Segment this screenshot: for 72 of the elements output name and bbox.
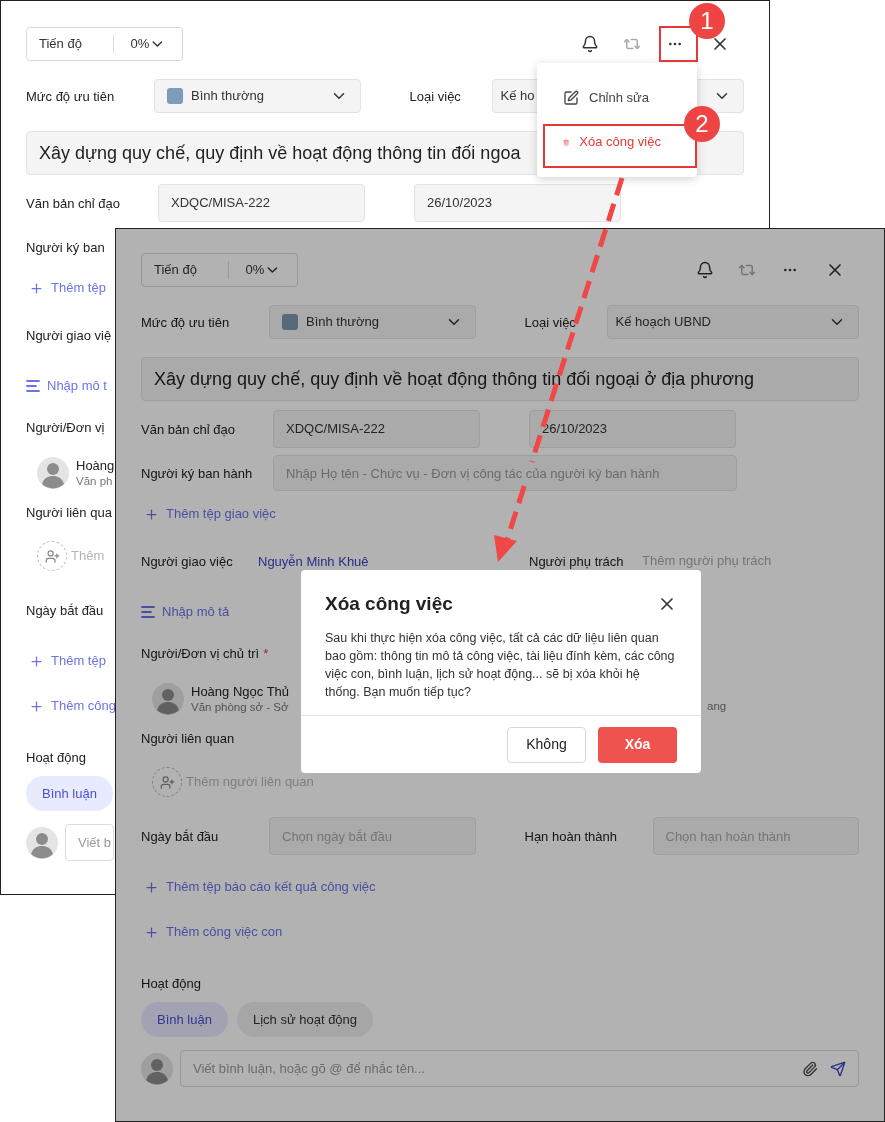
- field-label: Ngày bắt đầu: [26, 603, 104, 618]
- menu-item[interactable]: Chỉnh sửa: [543, 78, 681, 118]
- activity-tab[interactable]: Lịch sử hoạt động: [236, 1002, 374, 1037]
- add-report-link[interactable]: Thêm tệp: [26, 651, 106, 671]
- avatar-icon: [26, 826, 58, 859]
- add-subtask-link[interactable]: Thêm công việc con: [141, 922, 283, 942]
- assigner-link[interactable]: Nguyễn Minh Khuê: [258, 554, 369, 569]
- progress-dropdown[interactable]: Tiến độ 0%: [26, 27, 183, 61]
- date-field[interactable]: 26/10/2023: [414, 184, 621, 222]
- dialog-message: Sau khi thực hiện xóa công việc, tất cả các dữ liệu liên quan bao gồm: thông tin mô tả công việc, tài liệu đính kèm, các công việc con, bình luận, lịch sử hoạt động... sẽ bị xóa khỏi hệ thống. Bạn muốn tiếp tục?: [324, 629, 676, 701]
- paperclip-icon[interactable]: [802, 1060, 818, 1077]
- person-name: Hoàng: [76, 457, 115, 474]
- activity-tab[interactable]: Bình luận: [26, 776, 113, 811]
- date-field[interactable]: 26/10/2023: [529, 410, 736, 448]
- text-lines-icon: [141, 606, 155, 618]
- add-report-link[interactable]: Thêm tệp báo cáo kết quả công việc: [141, 877, 376, 897]
- task-title-field[interactable]: Xây dựng quy chế, quy định về hoạt động thông tin đối ngoại ở địa phương: [141, 357, 859, 401]
- person-subtitle: Văn ph: [76, 473, 114, 489]
- add-file-link[interactable]: Thêm tệp: [26, 278, 106, 298]
- document-field[interactable]: XDQC/MISA-222: [273, 410, 480, 448]
- bell-icon[interactable]: [696, 261, 714, 279]
- send-icon[interactable]: [830, 1060, 846, 1077]
- field-label: Văn bản chỉ đạo: [26, 196, 120, 211]
- priority-dropdown[interactable]: Bình thường: [269, 305, 476, 339]
- plus-icon: [144, 506, 159, 522]
- signer-field[interactable]: Nhập Họ tên - Chức vụ - Đơn vị công tác của người ký ban hành: [273, 455, 737, 491]
- avatar-icon: [141, 1052, 173, 1085]
- required-mark: *: [263, 645, 269, 664]
- field-label: Người liên qua: [26, 504, 112, 523]
- progress-dropdown[interactable]: Tiến độ 0%: [141, 253, 298, 287]
- dialog-title: Xóa công việc: [325, 592, 454, 616]
- plus-icon: [29, 653, 44, 669]
- pencil-icon: [563, 90, 579, 106]
- text-lines-icon: [26, 380, 40, 392]
- field-label: Người giao việ: [26, 328, 112, 343]
- activity-tab[interactable]: Bình luận: [141, 1002, 228, 1037]
- field-label: Người ký ban hành: [141, 466, 253, 481]
- task-type-dropdown[interactable]: Kế hoạch UBND: [606, 305, 859, 339]
- plus-icon: [144, 879, 159, 895]
- avatar-icon: [152, 683, 184, 715]
- delete-button[interactable]: Xóa: [598, 726, 677, 763]
- add-file-link[interactable]: Thêm tệp giao việc: [141, 504, 276, 524]
- field-label: Người giao việc: [141, 554, 233, 569]
- priority-dropdown[interactable]: Bình thường: [154, 79, 361, 113]
- field-label: Người liên quan: [141, 730, 235, 749]
- field-label: Hạn hoàn thành: [524, 829, 618, 844]
- field-label: Người/Đơn vị: [26, 419, 105, 438]
- field-label: Mức độ ưu tiên: [26, 89, 115, 104]
- person-subtitle: Văn phòng sở - Sở: [191, 699, 290, 715]
- cancel-button[interactable]: Không: [507, 726, 586, 763]
- plus-icon: [144, 924, 159, 940]
- field-label: Người phụ trách: [529, 554, 624, 569]
- field-label: Văn bản chỉ đạo: [141, 422, 235, 437]
- plus-icon: [29, 698, 44, 714]
- comment-field[interactable]: Viết b: [65, 824, 114, 861]
- field-label: Ngày bắt đầu: [141, 829, 219, 844]
- add-subtask-link[interactable]: Thêm công: [26, 696, 117, 716]
- description-link[interactable]: Nhập mô tả: [141, 602, 230, 622]
- field-label: Người ký ban: [26, 240, 105, 255]
- field-label: Loại việc: [409, 89, 461, 104]
- section-heading: Hoạt động: [26, 749, 86, 768]
- plus-icon: [29, 280, 44, 296]
- description-link[interactable]: Nhập mô t: [26, 376, 107, 396]
- section-heading: Hoạt động: [141, 975, 201, 994]
- person-name: Hoàng Ngọc Thủ: [191, 683, 290, 700]
- person-subtitle: ang: [707, 698, 727, 714]
- avatar-icon: [37, 457, 69, 489]
- field-label: Mức độ ưu tiên: [141, 315, 230, 330]
- bell-icon[interactable]: [581, 35, 599, 53]
- field-label: Người/Đơn vị chủ trì: [141, 645, 260, 664]
- document-field[interactable]: XDQC/MISA-222: [158, 184, 365, 222]
- field-label: Loại việc: [524, 315, 576, 330]
